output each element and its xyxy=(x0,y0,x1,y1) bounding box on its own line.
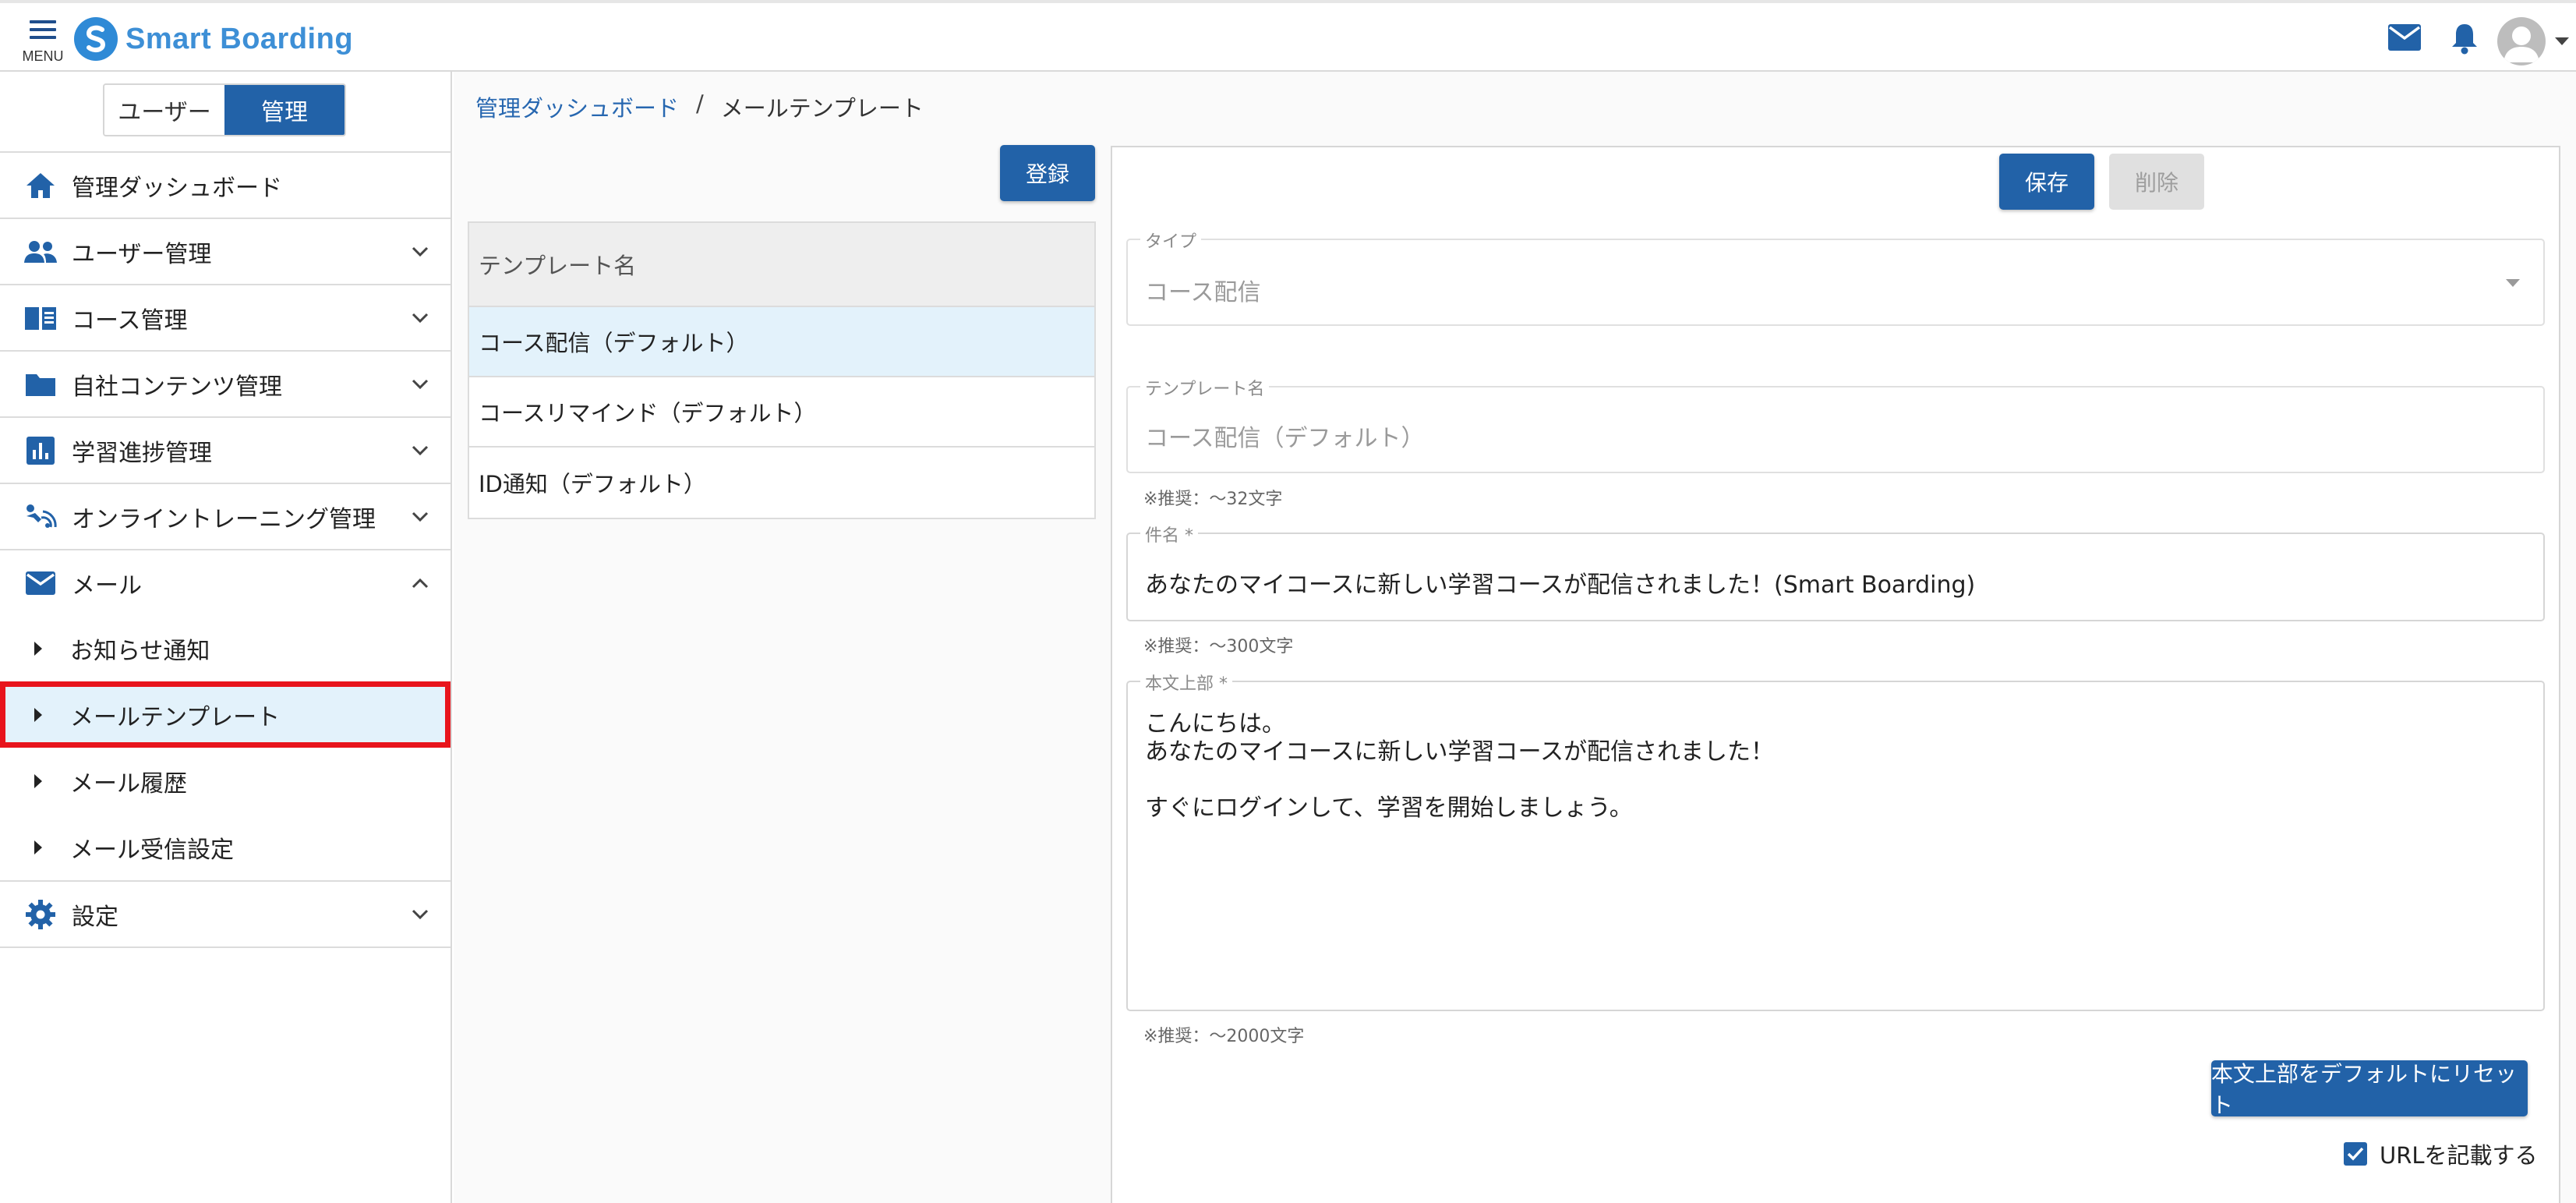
sidebar-subitem-mail-history[interactable]: メール履歴 xyxy=(0,748,451,814)
sidebar-item-label: コース管理 xyxy=(72,306,188,334)
app-logo[interactable]: Smart Boarding xyxy=(74,16,353,62)
sidebar-item-content[interactable]: 自社コンテンツ管理 xyxy=(0,350,451,416)
sidebar-item-users[interactable]: ユーザー管理 xyxy=(0,218,451,284)
sidebar-item-progress[interactable]: 学習進捗管理 xyxy=(0,416,451,483)
caret-right-icon xyxy=(34,707,42,722)
caret-right-icon xyxy=(34,773,42,788)
url-checkbox-row[interactable]: URLを記載する xyxy=(2344,1138,2538,1170)
template-row[interactable]: コース配信（デフォルト） xyxy=(469,307,1094,377)
template-row[interactable]: コースリマインド（デフォルト） xyxy=(469,377,1094,448)
gear-icon xyxy=(23,897,58,932)
sidebar-subitem-label: メールテンプレート xyxy=(70,703,281,731)
subject-value[interactable]: あなたのマイコースに新しい学習コースが配信されました！(Smart Boardi… xyxy=(1145,565,1975,600)
sidebar-item-label: 学習進捗管理 xyxy=(72,439,212,467)
sidebar-item-label: オンライントレーニング管理 xyxy=(72,505,376,533)
sidebar-item-settings[interactable]: 設定 xyxy=(0,880,451,946)
mode-admin-button[interactable]: 管理 xyxy=(224,85,345,135)
template-name-value: コース配信（デフォルト） xyxy=(1145,425,1425,452)
type-value: コース配信 xyxy=(1145,279,1261,306)
caret-right-icon xyxy=(34,641,42,656)
sidebar-subitem-mail-template[interactable]: メールテンプレート xyxy=(0,681,451,748)
chevron-down-icon xyxy=(412,312,429,327)
online-training-icon xyxy=(23,500,58,534)
url-checkbox-label: URLを記載する xyxy=(2380,1142,2538,1169)
mail-icon[interactable] xyxy=(2387,23,2422,55)
body-top-label: 本文上部 * xyxy=(1140,670,1232,695)
chevron-down-icon xyxy=(412,444,429,459)
logo-icon xyxy=(74,17,118,61)
dropdown-arrow-icon xyxy=(2506,279,2520,287)
sidebar-divider xyxy=(0,946,451,948)
template-editor: 保存 削除 タイプ コース配信 テンプレート名 コース配信（デフォルト） ※推奨… xyxy=(1111,146,2560,1203)
body-top-textarea[interactable]: 本文上部 * こんにちは。 あなたのマイコースに新しい学習コースが配信されました… xyxy=(1126,670,2545,1011)
template-list: テンプレート名 コース配信（デフォルト） コースリマインド（デフォルト） ID通… xyxy=(468,221,1096,519)
register-button[interactable]: 登録 xyxy=(1000,145,1095,201)
template-name-label: テンプレート名 xyxy=(1140,375,1270,400)
body-top-value[interactable]: こんにちは。 あなたのマイコースに新しい学習コースが配信されました！ すぐにログ… xyxy=(1145,710,1774,823)
type-select: タイプ コース配信 xyxy=(1126,228,2545,326)
sidebar-item-label: ユーザー管理 xyxy=(72,240,212,268)
template-name-field: テンプレート名 コース配信（デフォルト） xyxy=(1126,375,2545,473)
people-icon xyxy=(23,235,58,269)
bar-chart-icon xyxy=(23,433,58,468)
breadcrumb: 管理ダッシュボード / メールテンプレート xyxy=(475,90,924,123)
chevron-down-icon xyxy=(412,246,429,260)
sidebar-item-label: メール xyxy=(72,571,142,600)
user-menu-caret-icon[interactable] xyxy=(2555,37,2569,45)
sidebar-subitem-notifications[interactable]: お知らせ通知 xyxy=(0,615,451,681)
chevron-down-icon xyxy=(412,908,429,923)
home-icon xyxy=(23,168,58,203)
caret-right-icon xyxy=(34,840,42,854)
sidebar-item-label: 設定 xyxy=(72,903,118,931)
chevron-up-icon xyxy=(412,577,429,592)
mail-icon xyxy=(23,566,58,600)
reset-body-button[interactable]: 本文上部をデフォルトにリセット xyxy=(2211,1060,2528,1118)
logo-text: Smart Boarding xyxy=(125,22,354,55)
save-button[interactable]: 保存 xyxy=(1999,154,2094,210)
sidebar-subitem-label: メール受信設定 xyxy=(70,836,234,864)
sidebar: ユーザー 管理 管理ダッシュボード ユーザー管理 コース管理 自社コンテンツ管理… xyxy=(0,72,452,1203)
template-row[interactable]: ID通知（デフォルト） xyxy=(469,448,1094,518)
chevron-down-icon xyxy=(412,378,429,393)
url-checkbox[interactable] xyxy=(2344,1142,2367,1166)
folder-icon xyxy=(23,367,58,402)
app-header: MENU Smart Boarding xyxy=(0,0,2576,72)
subject-field[interactable]: 件名 * あなたのマイコースに新しい学習コースが配信されました！(Smart B… xyxy=(1126,522,2545,621)
sidebar-nav: 管理ダッシュボード ユーザー管理 コース管理 自社コンテンツ管理 学習進捗管理 … xyxy=(0,151,451,948)
mode-user-button[interactable]: ユーザー xyxy=(104,85,224,135)
chevron-down-icon xyxy=(412,511,429,525)
subject-label: 件名 * xyxy=(1140,522,1198,547)
book-icon xyxy=(23,301,58,335)
type-label: タイプ xyxy=(1140,228,1202,253)
breadcrumb-current: メールテンプレート xyxy=(720,95,924,122)
sidebar-item-online-training[interactable]: オンライントレーニング管理 xyxy=(0,483,451,549)
sidebar-item-label: 管理ダッシュボード xyxy=(72,174,282,202)
body-top-hint: ※推奨：～2000文字 xyxy=(1143,1027,1305,1046)
hamburger-icon xyxy=(30,20,56,44)
main-content: 管理ダッシュボード / メールテンプレート 登録 テンプレート名 コース配信（デ… xyxy=(454,72,2576,1203)
bell-icon[interactable] xyxy=(2451,22,2479,58)
sidebar-subitem-mail-settings[interactable]: メール受信設定 xyxy=(0,814,451,880)
sidebar-item-label: 自社コンテンツ管理 xyxy=(72,373,282,401)
breadcrumb-separator: / xyxy=(696,90,704,117)
breadcrumb-dashboard-link[interactable]: 管理ダッシュボード xyxy=(475,90,679,123)
sidebar-item-mail[interactable]: メール xyxy=(0,549,451,615)
delete-button: 削除 xyxy=(2109,154,2204,210)
sidebar-subitem-label: お知らせ通知 xyxy=(70,637,210,665)
subject-hint: ※推奨：～300文字 xyxy=(1143,637,1294,656)
template-list-header: テンプレート名 xyxy=(469,223,1094,307)
template-name-hint: ※推奨：～32文字 xyxy=(1143,490,1283,509)
menu-label: MENU xyxy=(22,48,64,64)
sidebar-subitem-label: メール履歴 xyxy=(70,770,187,798)
sidebar-item-dashboard[interactable]: 管理ダッシュボード xyxy=(0,151,451,218)
mode-toggle: ユーザー 管理 xyxy=(103,83,346,136)
user-avatar[interactable] xyxy=(2497,17,2546,65)
menu-button[interactable]: MENU xyxy=(17,16,69,67)
sidebar-item-courses[interactable]: コース管理 xyxy=(0,284,451,350)
